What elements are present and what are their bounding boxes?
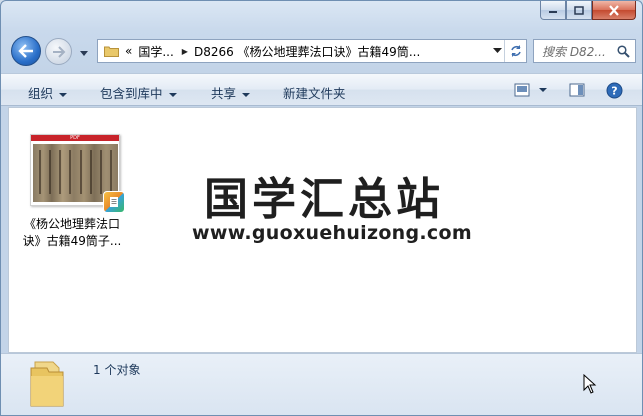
share-label: 共享 (211, 86, 237, 101)
refresh-button[interactable] (504, 40, 526, 62)
address-dropdown-icon[interactable] (493, 48, 502, 54)
maximize-icon (574, 5, 584, 15)
help-button[interactable]: ? (604, 80, 624, 100)
forward-button[interactable] (45, 38, 72, 65)
chevron-down-icon (59, 92, 68, 97)
watermark-title: 国学汇总站 (204, 174, 444, 225)
mouse-cursor-icon (583, 374, 597, 394)
arrow-right-icon (52, 45, 65, 58)
file-name[interactable]: 《杨公地理葬法口 诀》古籍49筒子... (17, 216, 127, 250)
svg-text:?: ? (611, 84, 617, 97)
address-bar[interactable]: « 国学... ▶ D8266 《杨公地理葬法口诀》古籍49筒... (97, 39, 527, 63)
new-folder-label: 新建文件夹 (283, 86, 346, 101)
address-segment-current[interactable]: D8266 《杨公地理葬法口诀》古籍49筒... (194, 43, 420, 60)
explorer-window: « 国学... ▶ D8266 《杨公地理葬法口诀》古籍49筒... 搜索 D8… (0, 0, 643, 416)
watermark-url: www.guoxuehuizong.com (192, 222, 472, 244)
chevron-down-icon (80, 51, 88, 56)
chevron-down-icon (242, 92, 251, 97)
file-item[interactable]: PDF 《杨公地理葬法口 诀》古籍49筒子... (17, 134, 127, 250)
include-in-library-menu[interactable]: 包含到库中 (100, 83, 177, 102)
close-button[interactable] (592, 1, 636, 20)
pdf-thumbnail[interactable]: PDF (30, 134, 125, 213)
caption-buttons (540, 1, 636, 20)
pdf-label: PDF (31, 135, 119, 141)
address-separator-icon[interactable]: ▶ (182, 47, 188, 56)
command-bar: 组织 包含到库中 共享 新建文件夹 ? (1, 73, 642, 106)
organize-menu[interactable]: 组织 (28, 83, 68, 102)
file-list[interactable]: PDF 《杨公地理葬法口 诀》古籍49筒子... 国学汇总站 www.guoxu… (8, 107, 637, 353)
navigation-bar: « 国学... ▶ D8266 《杨公地理葬法口诀》古籍49筒... 搜索 D8… (1, 35, 642, 67)
chevron-down-icon[interactable] (538, 87, 547, 93)
minimize-icon (549, 11, 557, 13)
address-segment-guoxue[interactable]: 国学... (138, 43, 173, 60)
new-folder-button[interactable]: 新建文件夹 (283, 83, 346, 102)
organize-label: 组织 (28, 86, 54, 101)
folder-icon (104, 46, 119, 57)
file-name-line1: 《杨公地理葬法口 (23, 217, 120, 231)
item-count: 1 个对象 (93, 363, 141, 377)
folder-icon (30, 361, 64, 407)
file-name-line2: 诀》古籍49筒子... (22, 234, 122, 248)
back-button[interactable] (11, 36, 41, 66)
search-box[interactable]: 搜索 D82... (533, 39, 636, 63)
close-icon (609, 4, 619, 16)
arrow-left-icon (18, 44, 33, 58)
address-prefix[interactable]: « (125, 44, 132, 58)
details-pane: 1 个对象 (1, 353, 642, 415)
change-view-button[interactable] (509, 80, 551, 100)
search-input[interactable]: 搜索 D82... (542, 43, 606, 60)
refresh-icon (510, 45, 521, 57)
maximize-button[interactable] (566, 1, 592, 20)
preview-pane-button[interactable] (567, 80, 587, 100)
reader-app-icon (103, 191, 125, 213)
include-library-label: 包含到库中 (100, 86, 163, 101)
recent-pages-dropdown[interactable] (79, 47, 89, 56)
chevron-down-icon (168, 92, 177, 97)
share-menu[interactable]: 共享 (211, 83, 251, 102)
minimize-button[interactable] (540, 1, 566, 20)
search-icon[interactable] (617, 45, 630, 58)
preview-pane-icon (569, 83, 585, 97)
help-icon: ? (606, 82, 622, 98)
view-icon (514, 83, 529, 97)
